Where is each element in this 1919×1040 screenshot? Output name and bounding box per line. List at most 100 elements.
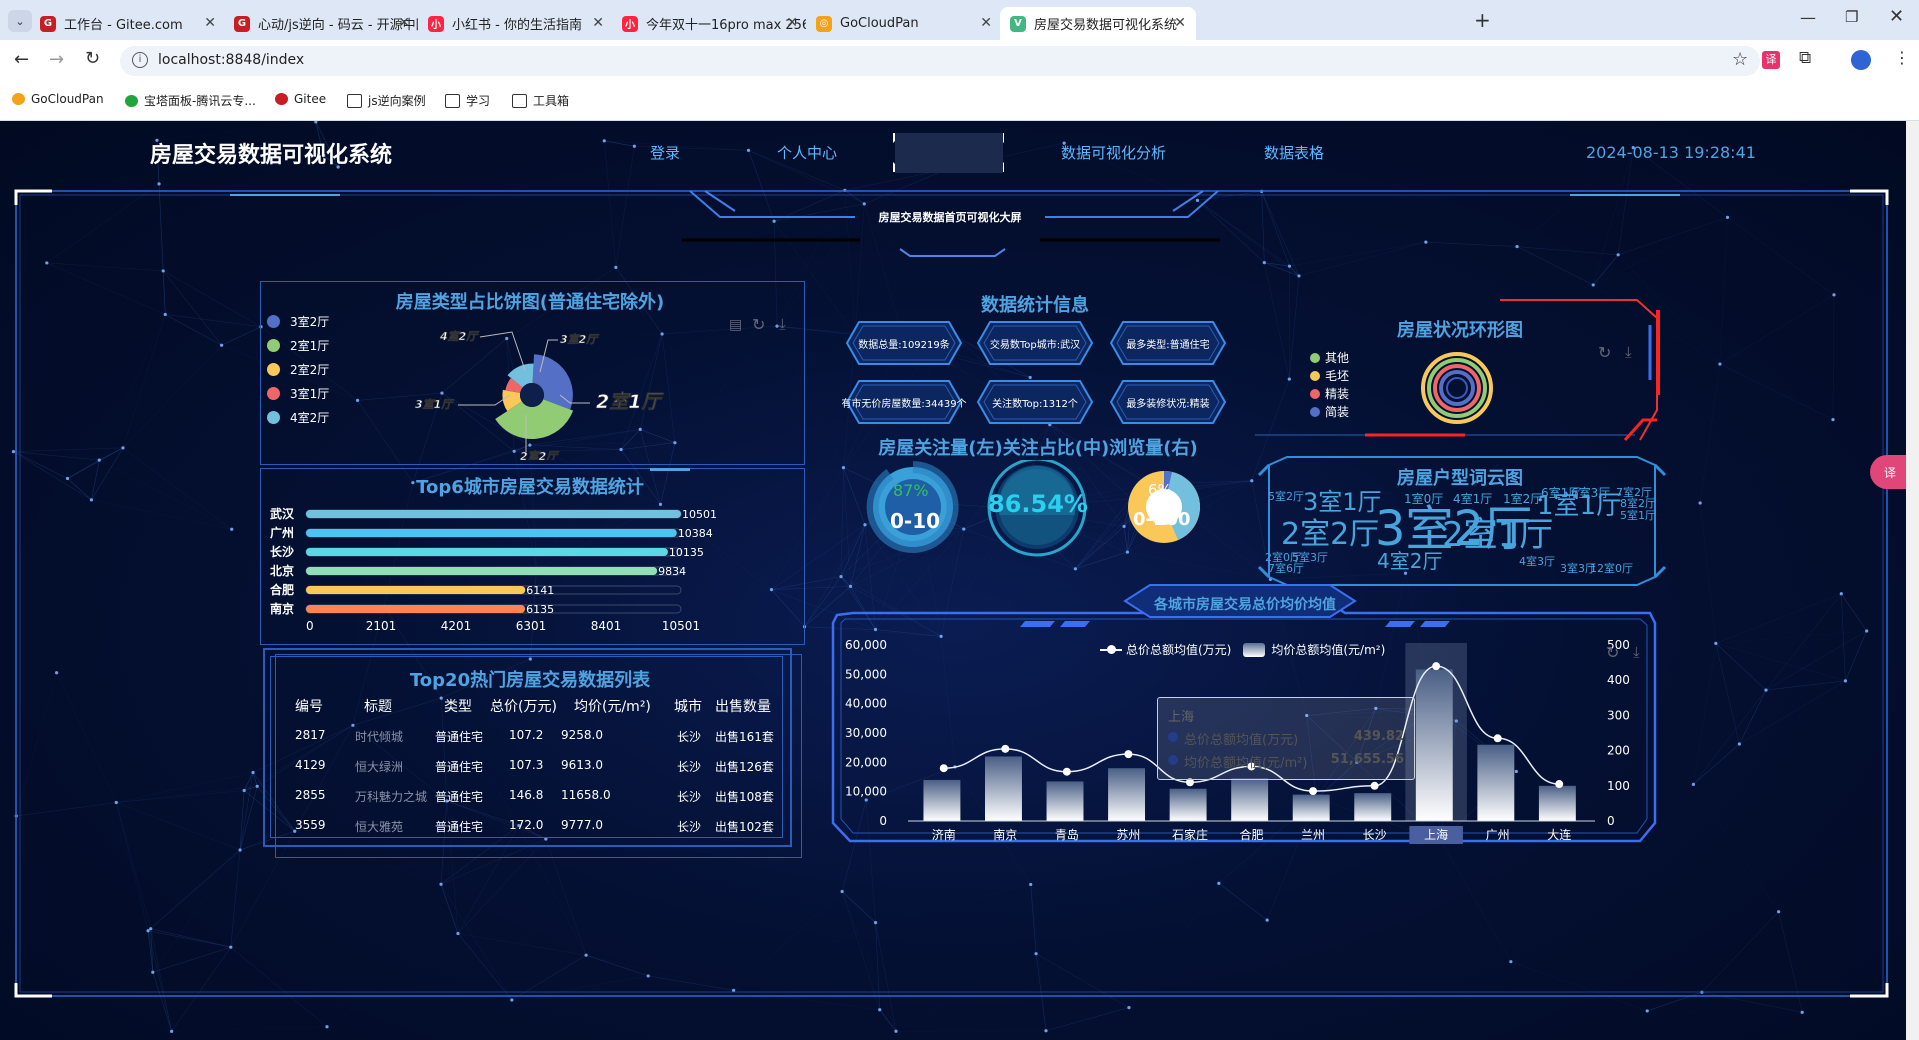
line-point[interactable] xyxy=(1001,744,1010,753)
ring-download-icon[interactable]: ⤓ xyxy=(1625,343,1632,361)
browser-tab-6[interactable]: V 房屋交易数据可视化系统 ✕ xyxy=(1000,7,1196,40)
line-point[interactable] xyxy=(939,764,948,773)
wordcloud-word[interactable]: 12室0厅 xyxy=(1590,563,1633,574)
wordcloud-word[interactable]: 4室2厅 xyxy=(1377,551,1442,571)
tab-close-icon[interactable]: ✕ xyxy=(786,15,798,31)
ring-legend-item[interactable]: 简装 xyxy=(1310,403,1349,420)
top6-bar[interactable] xyxy=(306,605,526,613)
forward-icon[interactable]: → xyxy=(49,49,64,70)
wordcloud-word[interactable]: 3室1厅 xyxy=(1303,490,1382,514)
wordcloud-word[interactable]: 7室6厅 xyxy=(1268,563,1304,574)
wordcloud-word[interactable]: 4室1厅 xyxy=(1453,493,1492,505)
top6-bar[interactable] xyxy=(306,529,677,537)
minimize-button[interactable]: — xyxy=(1800,8,1816,27)
nav-1[interactable]: 登录 xyxy=(650,142,680,163)
tab-close-icon[interactable]: ✕ xyxy=(980,15,992,31)
bookmark-6[interactable]: 工具箱 xyxy=(512,92,569,109)
tab-close-icon[interactable]: ✕ xyxy=(204,15,216,31)
top6-bar[interactable] xyxy=(306,586,526,594)
extensions-icon[interactable]: ⧉ xyxy=(1799,48,1811,68)
site-info-icon[interactable]: i xyxy=(132,52,148,68)
tab-search-button[interactable]: ⌄ xyxy=(8,10,32,32)
avg-restore-icon[interactable]: ↻ xyxy=(1606,643,1619,662)
tab-close-icon[interactable]: ✕ xyxy=(398,15,410,31)
legend-bar-label[interactable]: 均价总额均值(元/m²) xyxy=(1271,641,1385,658)
tab-close-icon[interactable]: ✕ xyxy=(592,15,604,31)
wordcloud-word[interactable]: 5室2厅 xyxy=(1268,491,1304,502)
bookmark-5[interactable]: 学习 xyxy=(445,92,490,109)
browser-tab-5[interactable]: ◎ GoCloudPan ✕ xyxy=(806,7,1002,40)
avg-download-icon[interactable]: ⤓ xyxy=(1633,643,1640,661)
wordcloud-word[interactable]: 1室2厅 xyxy=(1503,493,1542,505)
wordcloud-word[interactable]: 5室1厅 xyxy=(1620,510,1656,521)
data-view-icon[interactable]: ▤ xyxy=(729,317,742,333)
top6-bar[interactable] xyxy=(306,567,658,575)
nav-5[interactable]: 数据表格 xyxy=(1264,142,1324,163)
avg-bar[interactable] xyxy=(1538,785,1576,821)
nav-2[interactable]: 个人中心 xyxy=(777,142,837,163)
avg-bar[interactable] xyxy=(1354,793,1392,821)
ring-legend-item[interactable]: 毛坯 xyxy=(1310,367,1349,384)
line-point[interactable] xyxy=(1124,750,1133,759)
line-point[interactable] xyxy=(1062,767,1071,776)
pie-legend-item[interactable]: 4室2厅 xyxy=(267,409,329,426)
restore-button[interactable]: ❐ xyxy=(1845,8,1858,26)
top6-bar[interactable] xyxy=(306,548,668,556)
wordcloud-word[interactable]: 2室2厅 xyxy=(1281,520,1379,550)
avg-bar[interactable] xyxy=(1292,794,1330,821)
wordcloud-word[interactable]: 8室2厅 xyxy=(1620,498,1656,509)
table-cell: 出售108套 xyxy=(715,790,774,804)
url-field[interactable]: i localhost:8848/index ☆ xyxy=(120,46,1760,76)
bookmark-4[interactable]: js逆向案例 xyxy=(347,92,426,109)
line-point[interactable] xyxy=(1493,734,1502,743)
pie-legend-item[interactable]: 2室2厅 xyxy=(267,361,329,378)
back-icon[interactable]: ← xyxy=(14,49,29,70)
avg-bar[interactable] xyxy=(1108,768,1146,821)
browser-tab-2[interactable]: G 心动/js逆向 - 码云 - 开源中国 ✕ xyxy=(224,7,420,40)
bookmark-2[interactable]: 宝塔面板-腾讯云专... xyxy=(125,92,256,109)
pie-legend-item[interactable]: 3室1厅 xyxy=(267,385,329,402)
top6-bar[interactable] xyxy=(306,510,681,518)
legend-line-label[interactable]: 总价总额均值(万元) xyxy=(1126,641,1231,658)
profile-avatar[interactable] xyxy=(1851,50,1871,70)
close-window-button[interactable]: ✕ xyxy=(1889,6,1904,27)
wordcloud-word[interactable]: 4室3厅 xyxy=(1519,556,1555,567)
avg-bar[interactable] xyxy=(1046,781,1084,821)
line-point[interactable] xyxy=(1370,781,1379,790)
avg-bar[interactable] xyxy=(1477,744,1515,821)
bookmark-star-icon[interactable]: ☆ xyxy=(1732,49,1748,70)
reload-icon[interactable]: ↻ xyxy=(85,48,100,69)
browser-tab-3[interactable]: 小小红书 - 你的生活指南 ✕ xyxy=(418,7,614,40)
pie-legend-item[interactable]: 2室1厅 xyxy=(267,337,329,354)
avg-bar[interactable] xyxy=(985,756,1022,821)
table-cell: 普通住宅 xyxy=(435,820,484,834)
nav-4[interactable]: 数据可视化分析 xyxy=(1061,142,1166,163)
menu-icon[interactable]: ⋮ xyxy=(1894,48,1910,67)
line-point[interactable] xyxy=(1432,662,1441,671)
browser-tab-4[interactable]: 小今年双十一16pro max 256g大…✕ xyxy=(612,7,808,40)
ring-restore-icon[interactable]: ↻ xyxy=(1598,343,1611,362)
avg-bar[interactable] xyxy=(923,779,961,821)
pie-legend-item[interactable]: 3室2厅 xyxy=(267,313,329,330)
ring-legend-item[interactable]: 其他 xyxy=(1310,349,1349,366)
bookmark-3[interactable]: Gitee xyxy=(275,92,326,106)
restore-icon[interactable]: ↻ xyxy=(752,315,765,334)
ring-legend-item[interactable]: 精装 xyxy=(1310,385,1349,402)
avg-bar[interactable] xyxy=(1415,669,1453,821)
page-scrollbar[interactable] xyxy=(1906,121,1919,1040)
avg-bar[interactable] xyxy=(1169,788,1207,821)
translate-extension-icon[interactable]: 译 xyxy=(1762,51,1780,69)
new-tab-button[interactable]: + xyxy=(1474,8,1491,32)
wordcloud-word[interactable]: 2室1厅 xyxy=(1442,518,1553,552)
wordcloud-word[interactable]: 6室3厅 xyxy=(1571,487,1610,499)
bookmark-1[interactable]: GoCloudPan xyxy=(12,92,104,106)
line-point[interactable] xyxy=(1555,780,1564,789)
floating-translate-button[interactable]: 译 xyxy=(1870,455,1910,489)
wordcloud-word[interactable]: 1室0厅 xyxy=(1404,493,1443,505)
line-point[interactable] xyxy=(1309,787,1318,796)
browser-tab-1[interactable]: G 工作台 - Gitee.com ✕ xyxy=(30,7,226,40)
y-axis-tick: 10,000 xyxy=(845,785,887,799)
tab-close-icon[interactable]: ✕ xyxy=(1174,15,1186,31)
download-icon[interactable]: ⤓ xyxy=(779,315,786,333)
avg-bar[interactable] xyxy=(1231,778,1269,821)
